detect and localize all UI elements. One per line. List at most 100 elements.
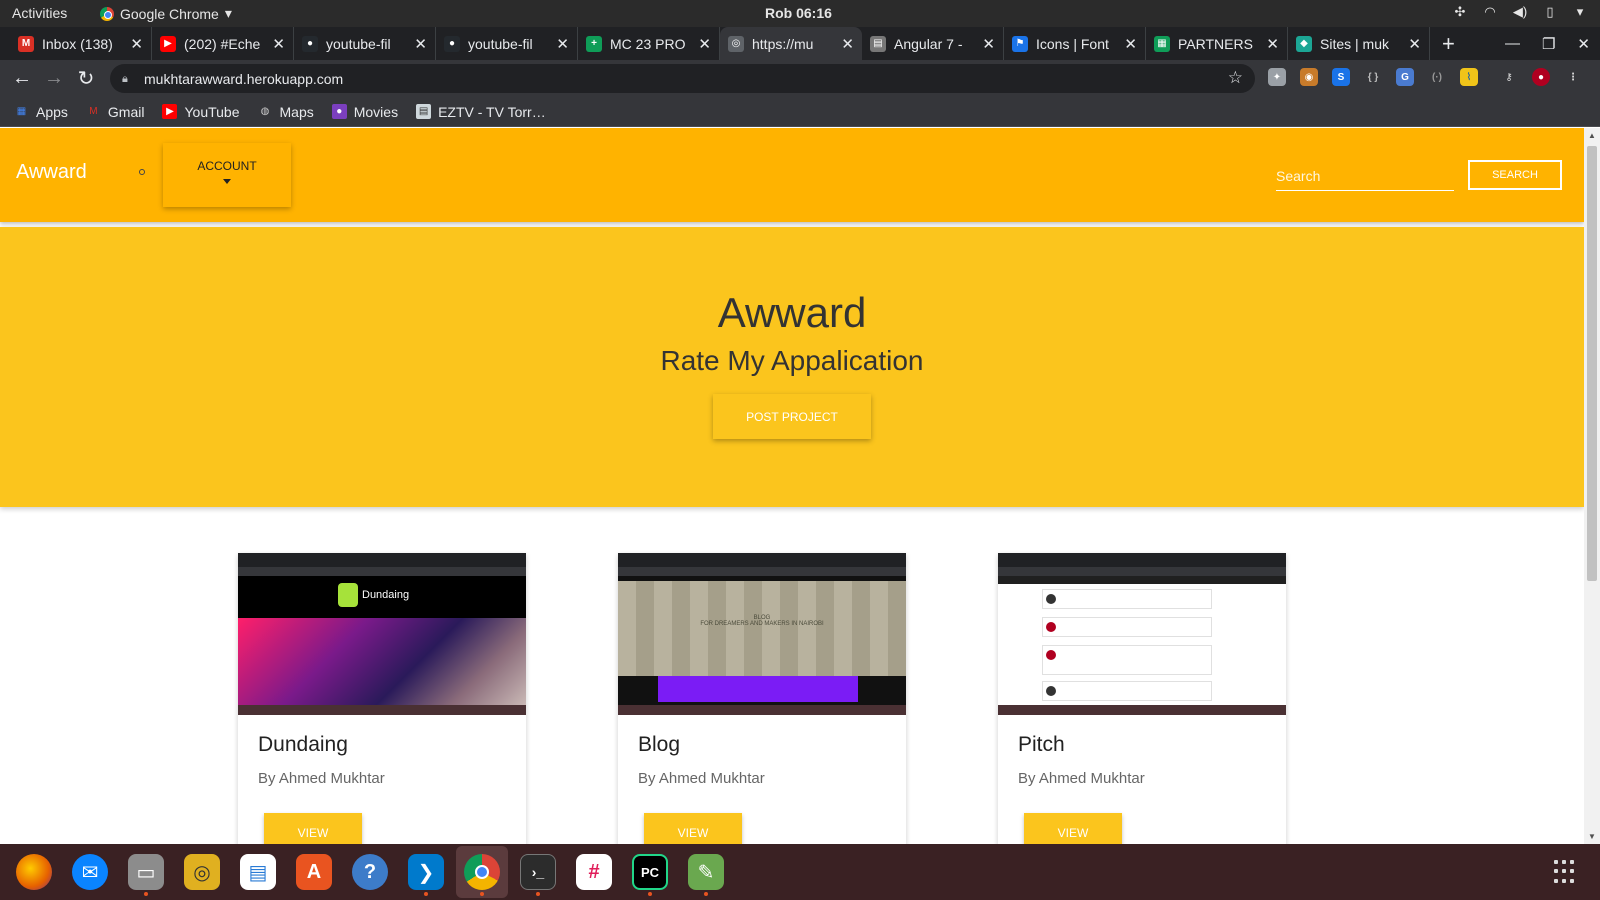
- writer-icon: ▤: [240, 854, 276, 890]
- dock-slack[interactable]: #: [568, 846, 620, 898]
- new-tab-button[interactable]: +: [1442, 27, 1455, 60]
- dock-files[interactable]: ▭: [120, 846, 172, 898]
- extension-icon[interactable]: ✦: [1268, 68, 1286, 86]
- show-applications-icon[interactable]: [1554, 860, 1578, 884]
- page-scrollbar[interactable]: ▲ ▼: [1584, 128, 1600, 844]
- brand-logo[interactable]: Awward: [16, 161, 87, 184]
- running-indicator: [704, 892, 708, 896]
- bookmark-label: YouTube: [184, 103, 240, 120]
- bookmark-label: Apps: [36, 103, 68, 120]
- diamond-icon: ◆: [1296, 35, 1312, 52]
- scroll-down-arrow-icon[interactable]: ▼: [1588, 832, 1596, 841]
- close-icon[interactable]: ✕: [272, 35, 285, 53]
- translate-icon[interactable]: G: [1396, 68, 1414, 86]
- tab-title: Icons | Font: [1036, 35, 1109, 52]
- battery-icon[interactable]: ▯: [1542, 4, 1558, 20]
- app-menu[interactable]: Google Chrome ▾: [100, 5, 232, 22]
- dock-writer[interactable]: ▤: [232, 846, 284, 898]
- bookmark-maps[interactable]: ◍ Maps: [258, 104, 314, 120]
- forward-arrow-icon[interactable]: →: [38, 63, 70, 95]
- system-tray[interactable]: ✣ ◠ ◀) ▯ ▾: [1452, 4, 1588, 20]
- close-icon[interactable]: ✕: [130, 35, 143, 53]
- tab[interactable]: ● youtube-fil ✕: [436, 27, 578, 60]
- sheets-icon: +: [586, 35, 602, 52]
- bookmark-apps[interactable]: ▦ Apps: [14, 104, 68, 120]
- tab-active[interactable]: ◎ https://mu ✕: [720, 27, 862, 60]
- python-icon[interactable]: ⌇: [1460, 68, 1478, 86]
- activities-button[interactable]: Activities: [12, 5, 67, 21]
- extension-icon[interactable]: { }: [1364, 68, 1382, 86]
- close-icon[interactable]: ✕: [1266, 35, 1279, 53]
- dock-help[interactable]: ?: [344, 846, 396, 898]
- tab[interactable]: + MC 23 PRO ✕: [578, 27, 720, 60]
- bookmark-label: EZTV - TV Torr…: [438, 103, 546, 120]
- tab[interactable]: ▦ PARTNERS ✕: [1146, 27, 1288, 60]
- search-button[interactable]: SEARCH: [1468, 160, 1562, 190]
- account-dropdown-button[interactable]: ACCOUNT: [163, 143, 291, 207]
- wifi-icon[interactable]: ◠: [1482, 4, 1498, 20]
- more-vertical-icon[interactable]: ⋮: [1564, 68, 1582, 86]
- tab[interactable]: ▶ (202) #Eche ✕: [152, 27, 294, 60]
- url-text[interactable]: mukhtarawward.herokuapp.com: [144, 71, 343, 87]
- back-arrow-icon[interactable]: ←: [6, 63, 38, 95]
- post-project-button[interactable]: POST PROJECT: [713, 394, 871, 439]
- clock[interactable]: Rob 06:16: [765, 5, 832, 21]
- dock-software[interactable]: A: [288, 846, 340, 898]
- extension-icon[interactable]: S: [1332, 68, 1350, 86]
- tab[interactable]: ◆ Sites | muk ✕: [1288, 27, 1430, 60]
- chevron-down-icon[interactable]: ▾: [1572, 4, 1588, 20]
- bookmark-movies[interactable]: ● Movies: [331, 104, 398, 120]
- dock-vscode[interactable]: ❯: [400, 846, 452, 898]
- bookmark-label: Maps: [279, 103, 314, 120]
- project-screenshot[interactable]: BLOG FOR DREAMERS AND MAKERS IN NAIROBI: [618, 553, 906, 715]
- dock-terminal[interactable]: ›_: [512, 846, 564, 898]
- running-indicator: [648, 892, 652, 896]
- extension-icon[interactable]: (·): [1428, 68, 1446, 86]
- dock-thunderbird[interactable]: ✉: [64, 846, 116, 898]
- scrollbar-thumb[interactable]: [1587, 146, 1597, 581]
- minimize-icon[interactable]: —: [1505, 35, 1520, 52]
- bookmark-gmail[interactable]: M Gmail: [86, 104, 144, 120]
- address-bar[interactable]: 🔒︎ mukhtarawward.herokuapp.com ☆: [110, 64, 1255, 93]
- pycharm-icon: PC: [632, 854, 668, 890]
- close-icon[interactable]: ✕: [556, 35, 569, 53]
- close-icon[interactable]: ✕: [414, 35, 427, 53]
- view-button[interactable]: VIEW: [644, 813, 742, 844]
- bookmark-eztv[interactable]: ▤ EZTV - TV Torr…: [416, 104, 546, 120]
- volume-icon[interactable]: ◀): [1512, 4, 1528, 20]
- thumb-pitch-item: [1042, 589, 1212, 609]
- close-icon[interactable]: ✕: [698, 35, 711, 53]
- project-screenshot[interactable]: Dundaing: [238, 553, 526, 715]
- gnome-top-bar: Activities Google Chrome ▾ Rob 06:16 ✣ ◠…: [0, 0, 1600, 27]
- scroll-up-arrow-icon[interactable]: ▲: [1588, 131, 1596, 140]
- extension-icon[interactable]: ◉: [1300, 68, 1318, 86]
- dock-rhythmbox[interactable]: ◎: [176, 846, 228, 898]
- avatar[interactable]: ●: [1532, 68, 1550, 86]
- view-button[interactable]: VIEW: [264, 813, 362, 844]
- key-icon[interactable]: ⚷: [1500, 68, 1518, 86]
- slack-tray-icon[interactable]: ✣: [1452, 4, 1468, 20]
- tab[interactable]: M Inbox (138) ✕: [10, 27, 152, 60]
- project-screenshot[interactable]: [998, 553, 1286, 715]
- tab[interactable]: ⚑ Icons | Font ✕: [1004, 27, 1146, 60]
- view-button[interactable]: VIEW: [1024, 813, 1122, 844]
- thumb-heading: BLOG FOR DREAMERS AND MAKERS IN NAIROBI: [618, 615, 906, 627]
- bookmark-youtube[interactable]: ▶ YouTube: [162, 103, 240, 120]
- close-icon[interactable]: ✕: [1124, 35, 1137, 53]
- menu-dot-icon[interactable]: [139, 169, 145, 175]
- close-icon[interactable]: ✕: [841, 35, 854, 53]
- search-input[interactable]: [1276, 161, 1454, 191]
- tab[interactable]: ● youtube-fil ✕: [294, 27, 436, 60]
- dock-image-viewer[interactable]: ✎: [680, 846, 732, 898]
- dock-firefox[interactable]: [8, 846, 60, 898]
- dock-pycharm[interactable]: PC: [624, 846, 676, 898]
- bookmark-star-icon[interactable]: ☆: [1228, 68, 1243, 88]
- tab[interactable]: ▤ Angular 7 - ✕: [862, 27, 1004, 60]
- dock-chrome[interactable]: [456, 846, 508, 898]
- reload-icon[interactable]: ↻: [70, 63, 102, 95]
- restore-icon[interactable]: ❐: [1542, 35, 1555, 53]
- close-icon[interactable]: ✕: [1408, 35, 1421, 53]
- close-icon[interactable]: ✕: [1577, 35, 1590, 53]
- thumb-browser-bar: [618, 553, 906, 567]
- close-icon[interactable]: ✕: [982, 35, 995, 53]
